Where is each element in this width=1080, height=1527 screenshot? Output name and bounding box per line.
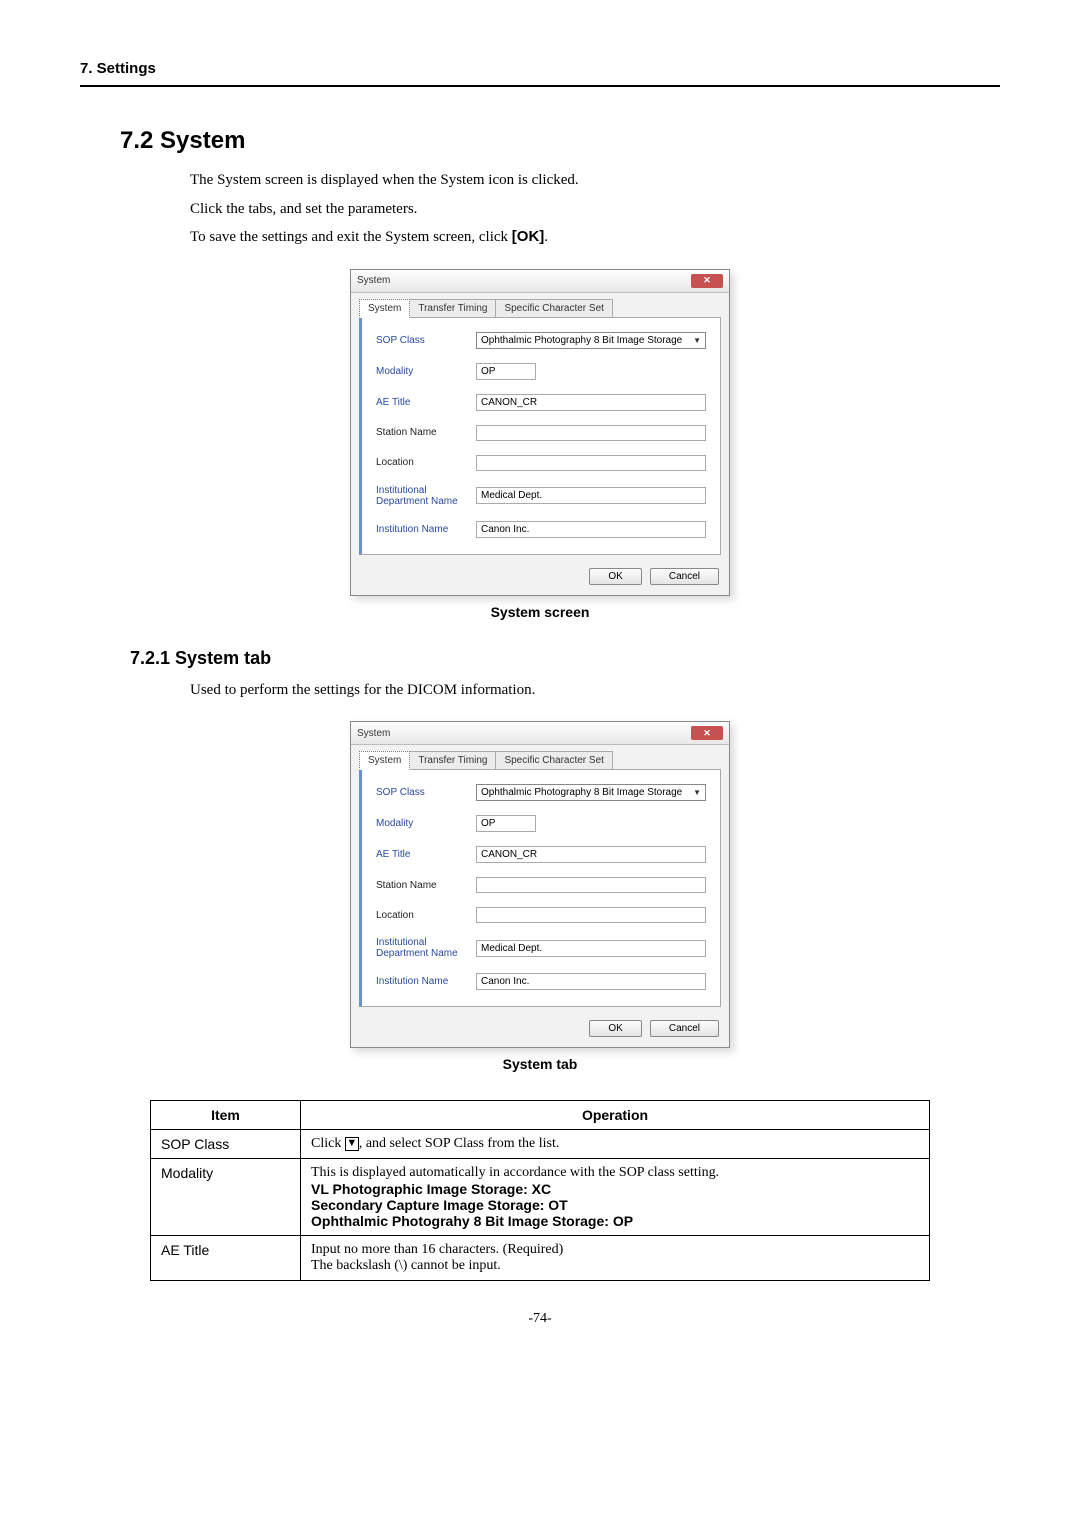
subsection-title: 7.2.1 System tab (130, 648, 1000, 669)
td-op-sop-suffix: , and select SOP Class from the list. (359, 1136, 560, 1151)
input-inst-name[interactable]: Canon Inc. (476, 521, 706, 538)
section-p3: To save the settings and exit the System… (190, 226, 1000, 249)
tab-transfer-timing-2[interactable]: Transfer Timing (409, 751, 496, 770)
td-op-ae-title: Input no more than 16 characters. (Requi… (301, 1236, 930, 1281)
dialog-button-row: OK Cancel (351, 562, 729, 595)
dialog-title: System (357, 275, 390, 286)
td-op-modality-l1: This is displayed automatically in accor… (311, 1165, 919, 1181)
dialog-titlebar-2: System ✕ (351, 722, 729, 745)
td-op-modality-l4: Ophthalmic Photograhy 8 Bit Image Storag… (311, 1213, 919, 1229)
section-title: 7.2 System (120, 127, 1000, 155)
td-op-ae-l2: The backslash (\) cannot be input. (311, 1258, 919, 1274)
label-inst-dept: Institutional Department Name (376, 485, 476, 507)
label-inst-name: Institution Name (376, 524, 476, 535)
section-p3-prefix: To save the settings and exit the System… (190, 229, 512, 245)
label-ae-title: AE Title (376, 397, 476, 408)
select-sop-class-2[interactable]: Ophthalmic Photography 8 Bit Image Stora… (476, 784, 706, 801)
tab-strip: System Transfer Timing Specific Characte… (351, 293, 729, 318)
td-item-modality: Modality (151, 1159, 301, 1236)
close-icon-2[interactable]: ✕ (691, 726, 723, 740)
system-tab-figure: System ✕ System Transfer Timing Specific… (80, 721, 1000, 1048)
td-op-sop-class: Click ▼, and select SOP Class from the l… (301, 1130, 930, 1159)
page-number: -74- (80, 1311, 1000, 1327)
tab-specific-character-set[interactable]: Specific Character Set (495, 299, 613, 318)
items-table: Item Operation SOP Class Click ▼, and se… (150, 1100, 930, 1281)
label-inst-dept-2: Institutional Department Name (376, 937, 476, 959)
dialog-title-2: System (357, 728, 390, 739)
close-icon[interactable]: ✕ (691, 274, 723, 288)
th-item: Item (151, 1101, 301, 1130)
input-location[interactable] (476, 455, 706, 471)
td-item-ae-title: AE Title (151, 1236, 301, 1281)
tab-strip-2: System Transfer Timing Specific Characte… (351, 745, 729, 770)
section-p3-bold: [OK] (512, 228, 545, 245)
system-screen-figure: System ✕ System Transfer Timing Specific… (80, 269, 1000, 596)
label-station-name-2: Station Name (376, 880, 476, 891)
label-station-name: Station Name (376, 427, 476, 438)
input-inst-dept[interactable]: Medical Dept. (476, 487, 706, 504)
input-station-name[interactable] (476, 425, 706, 441)
select-sop-class[interactable]: Ophthalmic Photography 8 Bit Image Stora… (476, 332, 706, 349)
dialog-button-row-2: OK Cancel (351, 1014, 729, 1047)
tab-system[interactable]: System (359, 299, 410, 318)
input-ae-title[interactable]: CANON_CR (476, 394, 706, 411)
system-dialog: System ✕ System Transfer Timing Specific… (350, 269, 730, 596)
subsection-p1: Used to perform the settings for the DIC… (190, 679, 1000, 702)
ok-button-2[interactable]: OK (589, 1020, 641, 1037)
table-row: Modality This is displayed automatically… (151, 1159, 930, 1236)
input-location-2[interactable] (476, 907, 706, 923)
td-op-modality-l2: VL Photographic Image Storage: XC (311, 1181, 919, 1197)
tab-system-2[interactable]: System (359, 751, 410, 770)
caption-system-screen: System screen (80, 604, 1000, 620)
cancel-button[interactable]: Cancel (650, 568, 719, 585)
label-sop-class-2: SOP Class (376, 787, 476, 798)
label-location-2: Location (376, 910, 476, 921)
dialog-titlebar: System ✕ (351, 270, 729, 293)
chevron-down-icon-2: ▼ (693, 788, 701, 797)
table-row: SOP Class Click ▼, and select SOP Class … (151, 1130, 930, 1159)
label-sop-class: SOP Class (376, 335, 476, 346)
input-ae-title-2[interactable]: CANON_CR (476, 846, 706, 863)
th-operation: Operation (301, 1101, 930, 1130)
label-modality-2: Modality (376, 818, 476, 829)
tab-specific-character-set-2[interactable]: Specific Character Set (495, 751, 613, 770)
label-inst-name-2: Institution Name (376, 976, 476, 987)
label-location: Location (376, 457, 476, 468)
td-item-sop-class: SOP Class (151, 1130, 301, 1159)
table-row: AE Title Input no more than 16 character… (151, 1236, 930, 1281)
input-modality[interactable]: OP (476, 363, 536, 380)
tab-panel-system: SOP Class Ophthalmic Photography 8 Bit I… (359, 317, 721, 555)
label-ae-title-2: AE Title (376, 849, 476, 860)
select-sop-class-value-2: Ophthalmic Photography 8 Bit Image Stora… (481, 787, 682, 798)
ok-button[interactable]: OK (589, 568, 641, 585)
tab-transfer-timing[interactable]: Transfer Timing (409, 299, 496, 318)
td-op-ae-l1: Input no more than 16 characters. (Requi… (311, 1242, 919, 1258)
td-op-modality-l3: Secondary Capture Image Storage: OT (311, 1197, 919, 1213)
tab-panel-system-2: SOP Class Ophthalmic Photography 8 Bit I… (359, 769, 721, 1007)
input-modality-2[interactable]: OP (476, 815, 536, 832)
caption-system-tab: System tab (80, 1056, 1000, 1072)
input-inst-dept-2[interactable]: Medical Dept. (476, 940, 706, 957)
system-dialog-2: System ✕ System Transfer Timing Specific… (350, 721, 730, 1048)
dropdown-icon: ▼ (345, 1137, 359, 1151)
td-op-modality: This is displayed automatically in accor… (301, 1159, 930, 1236)
label-modality: Modality (376, 366, 476, 377)
input-inst-name-2[interactable]: Canon Inc. (476, 973, 706, 990)
section-p3-suffix: . (544, 229, 548, 245)
select-sop-class-value: Ophthalmic Photography 8 Bit Image Stora… (481, 335, 682, 346)
cancel-button-2[interactable]: Cancel (650, 1020, 719, 1037)
section-p1: The System screen is displayed when the … (190, 169, 1000, 192)
section-p2: Click the tabs, and set the parameters. (190, 198, 1000, 221)
chevron-down-icon: ▼ (693, 336, 701, 345)
input-station-name-2[interactable] (476, 877, 706, 893)
chapter-header: 7. Settings (80, 60, 1000, 87)
td-op-sop-prefix: Click (311, 1136, 345, 1151)
